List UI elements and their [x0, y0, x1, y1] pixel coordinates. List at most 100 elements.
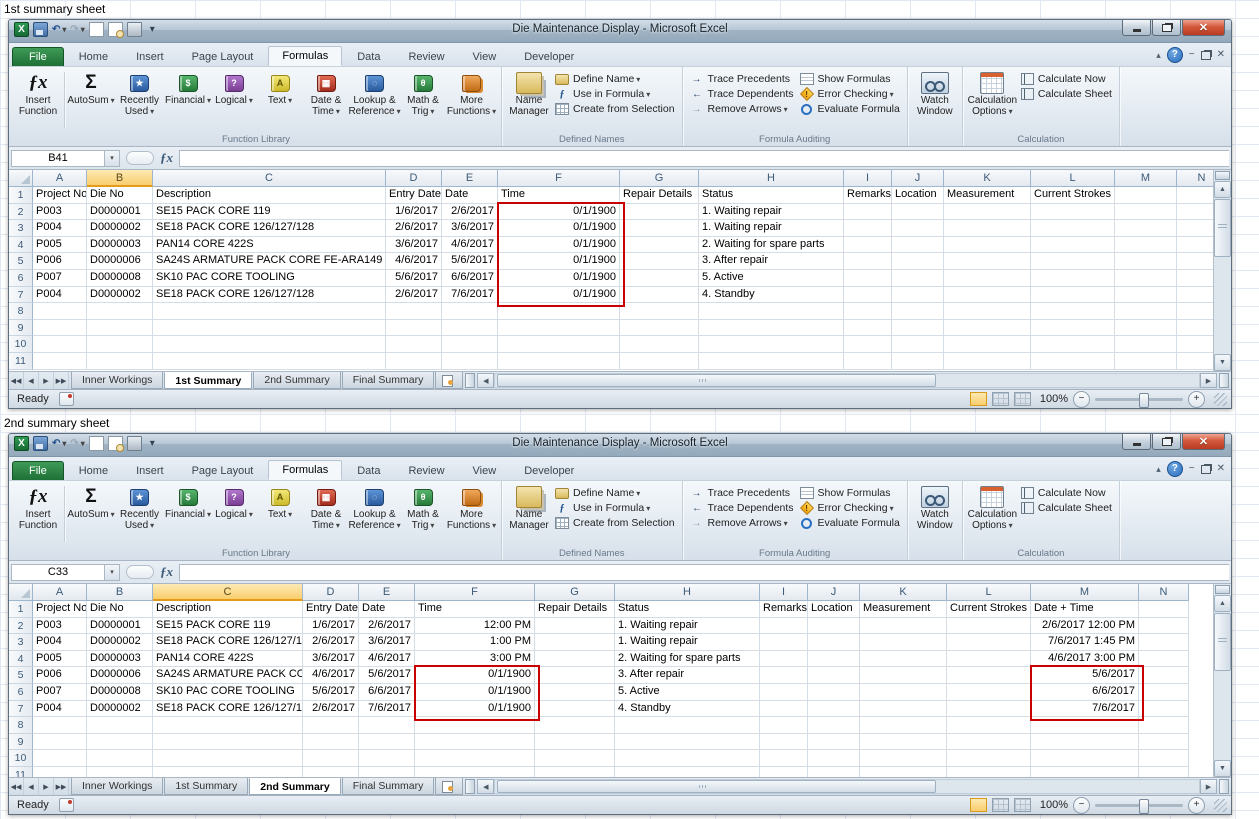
insert-function-button[interactable]: ƒx Insert Function: [15, 70, 61, 117]
cell-d8[interactable]: [303, 717, 359, 734]
scroll-down-button[interactable]: ▼: [1214, 760, 1231, 777]
column-header-d[interactable]: D: [303, 584, 359, 601]
cell-b7[interactable]: D0000002: [87, 286, 153, 304]
lookup-reference-button[interactable]: ◌ Lookup & Reference: [348, 70, 401, 117]
insert-worksheet-tab[interactable]: [435, 372, 464, 389]
tab-file[interactable]: File: [12, 47, 64, 66]
cell-i10[interactable]: [844, 336, 892, 353]
cell-a6[interactable]: P007: [33, 683, 87, 701]
cell-i2[interactable]: [760, 617, 808, 635]
cell-m1[interactable]: Date + Time: [1031, 601, 1139, 618]
cell-h2[interactable]: 1. Waiting repair: [615, 617, 760, 635]
cell-n2[interactable]: [1139, 617, 1189, 635]
cell-f2[interactable]: 12:00 PM: [415, 617, 535, 635]
lookup-reference-button[interactable]: ◌ Lookup & Reference: [348, 484, 401, 531]
page-break-view-button[interactable]: [1014, 392, 1031, 406]
normal-view-button[interactable]: [970, 392, 987, 406]
cell-c10[interactable]: [153, 336, 386, 353]
text-button[interactable]: A Text: [257, 484, 303, 520]
tab-file[interactable]: File: [12, 461, 64, 480]
row-header-11[interactable]: 11: [9, 352, 33, 370]
cell-g8[interactable]: [535, 717, 615, 734]
sheet-tab-1st-summary[interactable]: 1st Summary: [164, 778, 249, 795]
cell-d9[interactable]: [386, 319, 442, 337]
zoom-slider-thumb[interactable]: [1139, 392, 1149, 408]
cell-g11[interactable]: [535, 766, 615, 777]
row-header-1[interactable]: 1: [9, 601, 33, 618]
cell-j10[interactable]: [808, 750, 860, 767]
cell-m9[interactable]: [1115, 319, 1177, 337]
create-from-selection-button[interactable]: Create from Selection: [552, 102, 678, 116]
cell-a8[interactable]: [33, 717, 87, 734]
tab-data[interactable]: Data: [344, 462, 393, 480]
row-header-8[interactable]: 8: [9, 303, 33, 320]
hscroll-right-button[interactable]: ▶: [1200, 373, 1217, 388]
workbook-restore-icon[interactable]: [1200, 464, 1211, 474]
cell-m3[interactable]: [1115, 220, 1177, 237]
select-all-corner[interactable]: [9, 584, 33, 601]
cell-k8[interactable]: [860, 717, 947, 734]
first-sheet-button[interactable]: ◀◀: [9, 372, 24, 389]
cell-n6[interactable]: [1177, 270, 1213, 287]
cell-b2[interactable]: D0000001: [87, 617, 153, 635]
cell-i5[interactable]: [844, 253, 892, 270]
cell-j8[interactable]: [808, 717, 860, 734]
column-header-l[interactable]: L: [947, 584, 1031, 601]
help-icon[interactable]: ?: [1166, 461, 1183, 477]
cell-j3[interactable]: [892, 220, 944, 237]
cell-g1[interactable]: Repair Details: [535, 601, 615, 618]
cell-g6[interactable]: [620, 269, 699, 287]
cell-m4[interactable]: [1115, 236, 1177, 254]
cell-e9[interactable]: [359, 733, 415, 751]
fx-icon[interactable]: ƒx: [160, 150, 173, 166]
cell-e7[interactable]: 7/6/2017: [442, 286, 498, 304]
workbook-minimize-icon[interactable]: −: [1189, 49, 1195, 61]
row-header-7[interactable]: 7: [9, 700, 33, 718]
watch-window-button[interactable]: Watch Window: [912, 484, 958, 531]
next-sheet-button[interactable]: ▶: [39, 372, 54, 389]
column-header-h[interactable]: H: [699, 170, 844, 187]
cell-b4[interactable]: D0000003: [87, 650, 153, 668]
cell-d7[interactable]: 2/6/2017: [386, 286, 442, 304]
zoom-slider[interactable]: [1095, 392, 1183, 408]
cell-b9[interactable]: [87, 733, 153, 751]
minimize-button[interactable]: [1122, 20, 1151, 36]
normal-view-button[interactable]: [970, 798, 987, 812]
cell-l7[interactable]: [947, 700, 1031, 718]
math-trig-button[interactable]: θ Math & Trig: [400, 70, 446, 117]
cell-n11[interactable]: [1177, 353, 1213, 370]
cell-k10[interactable]: [944, 336, 1031, 353]
vscroll-split-handle[interactable]: [1215, 171, 1230, 180]
cell-j6[interactable]: [808, 683, 860, 701]
cell-i1[interactable]: Remarks: [760, 601, 808, 618]
cell-e11[interactable]: [442, 352, 498, 370]
cell-i3[interactable]: [760, 634, 808, 651]
cell-m2[interactable]: [1115, 203, 1177, 221]
tab-developer[interactable]: Developer: [511, 462, 587, 480]
calculate-sheet-button[interactable]: Calculate Sheet: [1018, 501, 1115, 515]
tab-page-layout[interactable]: Page Layout: [179, 462, 267, 480]
column-header-b[interactable]: B: [87, 170, 153, 187]
cell-m2[interactable]: 2/6/2017 12:00 PM: [1031, 617, 1139, 635]
cell-k5[interactable]: [944, 253, 1031, 270]
cell-c3[interactable]: SE18 PACK CORE 126/127/128: [153, 634, 303, 651]
cell-l1[interactable]: Current Strokes: [947, 601, 1031, 618]
macro-record-icon[interactable]: [58, 798, 74, 812]
cell-m6[interactable]: 6/6/2017: [1031, 683, 1139, 701]
cell-c1[interactable]: Description: [153, 601, 303, 618]
cell-c11[interactable]: [153, 766, 303, 777]
insert-function-button[interactable]: ƒx Insert Function: [15, 484, 61, 531]
cell-h3[interactable]: 1. Waiting repair: [699, 220, 844, 237]
autosum-button[interactable]: Σ AutoSum: [67, 484, 114, 520]
page-layout-view-button[interactable]: [992, 798, 1009, 812]
formula-input[interactable]: [179, 149, 1229, 167]
cell-d3[interactable]: 2/6/2017: [303, 634, 359, 651]
cell-i8[interactable]: [760, 717, 808, 734]
cell-i9[interactable]: [844, 319, 892, 337]
cell-f8[interactable]: [498, 303, 620, 320]
cell-n10[interactable]: [1177, 336, 1213, 353]
cell-i7[interactable]: [760, 700, 808, 718]
tab-home[interactable]: Home: [66, 48, 121, 66]
cell-g7[interactable]: [535, 700, 615, 718]
zoom-slider[interactable]: [1095, 798, 1183, 814]
